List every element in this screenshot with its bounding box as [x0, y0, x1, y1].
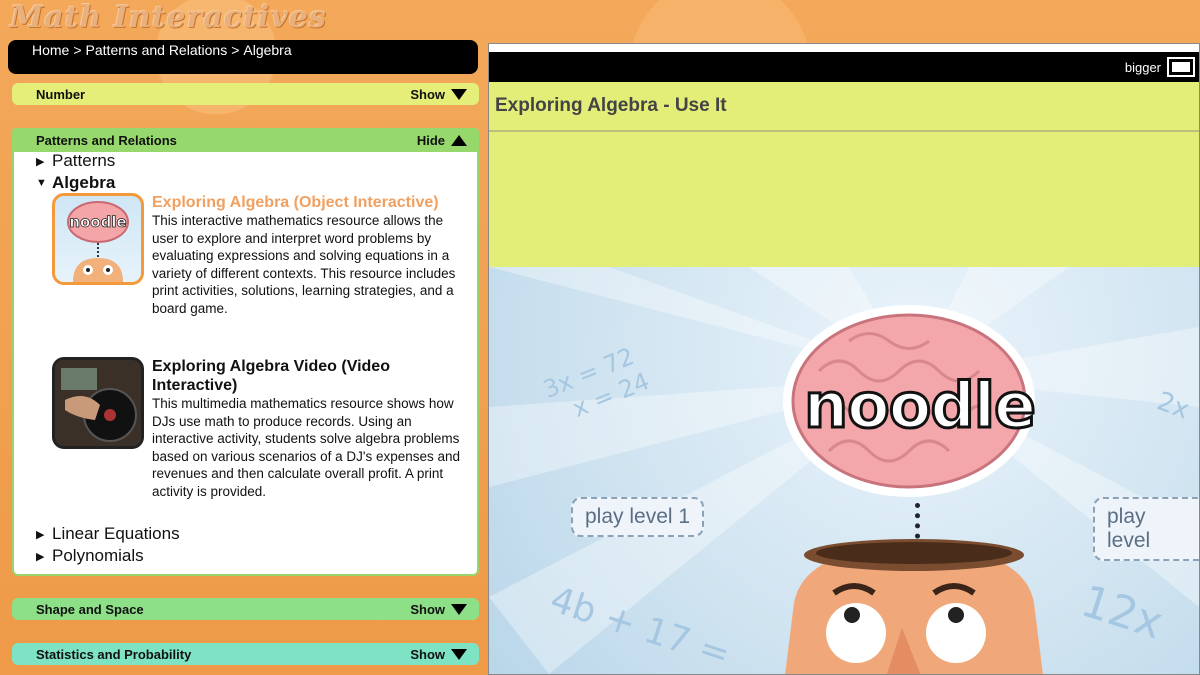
section-title: Number — [36, 86, 86, 102]
show-toggle[interactable]: Show — [410, 647, 467, 662]
section-shape: Shape and Space Show — [12, 598, 479, 620]
interactive-viewer: bigger Exploring Algebra - Use It 3x = 7… — [488, 43, 1200, 675]
show-toggle[interactable]: Show — [410, 87, 467, 102]
bigger-label[interactable]: bigger — [1125, 60, 1161, 75]
triangle-right-icon: ▶ — [36, 550, 45, 563]
section-number-header[interactable]: Number Show — [12, 83, 479, 105]
noodle-thumbnail[interactable]: noodle — [52, 193, 144, 285]
resource-title-link[interactable]: Exploring Algebra Video (Video Interacti… — [152, 357, 472, 395]
section-title: Patterns and Relations — [36, 132, 177, 148]
tree-item-linear-equations[interactable]: ▶ Linear Equations — [36, 524, 180, 544]
section-shape-header[interactable]: Shape and Space Show — [12, 598, 479, 620]
noodle-logo-text: noodle — [802, 368, 1037, 444]
viewer-banner — [489, 132, 1199, 272]
section-title: Statistics and Probability — [36, 646, 192, 662]
tree-item-patterns[interactable]: ▶ Patterns — [36, 151, 115, 171]
triangle-down-icon — [451, 603, 467, 615]
play-level-2-button[interactable]: play level — [1093, 497, 1199, 561]
breadcrumb-home-link[interactable]: Home — [32, 42, 69, 58]
fullscreen-icon[interactable] — [1167, 57, 1195, 77]
section-title: Shape and Space — [36, 601, 144, 617]
resource-title-link[interactable]: Exploring Algebra (Object Interactive) — [152, 193, 472, 212]
tree-item-polynomials[interactable]: ▶ Polynomials — [36, 546, 144, 566]
show-toggle[interactable]: Show — [410, 602, 467, 617]
breadcrumb: Home > Patterns and Relations > Algebra — [8, 40, 478, 74]
svg-text:noodle: noodle — [69, 213, 126, 231]
toggle-label: Hide — [416, 132, 445, 148]
hide-toggle[interactable]: Hide — [417, 133, 467, 148]
site-logo: Math Interactives — [10, 0, 327, 35]
viewer-title: Exploring Algebra - Use It — [489, 82, 1199, 132]
resource-description: This multimedia mathematics resource sho… — [152, 396, 461, 499]
triangle-down-icon — [451, 88, 467, 100]
tree-label: Polynomials — [52, 546, 144, 565]
section-patterns: Patterns and Relations Hide ▶ Patterns ▼… — [12, 128, 479, 576]
viewer-toolbar: bigger — [489, 52, 1199, 82]
dj-video-thumbnail[interactable] — [52, 357, 144, 449]
section-stats-header[interactable]: Statistics and Probability Show — [12, 643, 479, 665]
head-illustration — [785, 539, 1043, 674]
tree-label: Patterns — [52, 151, 116, 170]
section-stats: Statistics and Probability Show — [12, 643, 479, 665]
tree-label: Linear Equations — [52, 524, 180, 543]
triangle-down-icon — [451, 648, 467, 660]
breadcrumb-separator: > — [231, 42, 240, 58]
section-number: Number Show — [12, 83, 479, 105]
toggle-label: Show — [410, 86, 445, 102]
section-patterns-header[interactable]: Patterns and Relations Hide — [12, 128, 479, 152]
toggle-label: Show — [410, 601, 445, 617]
triangle-up-icon — [451, 134, 467, 146]
toggle-label: Show — [410, 646, 445, 662]
breadcrumb-separator: > — [73, 42, 82, 58]
triangle-right-icon: ▶ — [36, 155, 45, 168]
play-level-1-button[interactable]: play level 1 — [571, 497, 705, 537]
tree-label: Algebra — [52, 173, 116, 192]
triangle-right-icon: ▶ — [36, 528, 45, 541]
tree-item-algebra[interactable]: ▼ Algebra — [36, 173, 115, 193]
breadcrumb-patterns-link[interactable]: Patterns and Relations — [86, 42, 228, 58]
breadcrumb-current: Algebra — [243, 42, 292, 58]
resource-description: This interactive mathematics resource al… — [152, 213, 456, 316]
triangle-down-icon: ▼ — [36, 177, 47, 189]
noodle-game-canvas[interactable]: 3x = 72 x = 24 2x 4b + 17 = 12x noodle p… — [489, 267, 1199, 674]
